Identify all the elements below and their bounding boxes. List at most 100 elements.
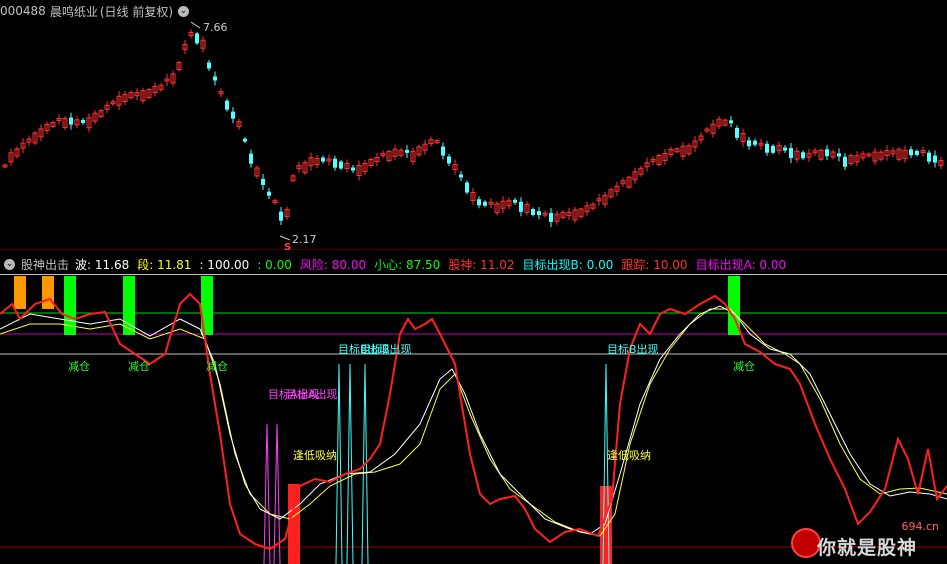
candle (200, 36, 206, 53)
candle (368, 157, 374, 168)
candle (128, 90, 134, 100)
candle (314, 155, 320, 168)
candle (626, 175, 632, 189)
candle (398, 147, 404, 158)
indicator-header: ⌄ 股神出击 波: 11.68 段: 11.81: 100.00: 0.00 风险:… (0, 254, 800, 274)
candle (830, 149, 836, 160)
candle (704, 127, 710, 133)
candle (837, 148, 841, 162)
candle (812, 147, 818, 156)
high-marker: 7.66 (190, 21, 228, 34)
candle (321, 155, 325, 164)
annotation-target_b: 目标B出现 (607, 342, 659, 356)
candle (632, 167, 638, 184)
candle (890, 147, 896, 158)
candle (776, 141, 782, 155)
candle (302, 160, 308, 176)
annotation-buy_low: 逢低吸纳 (607, 449, 651, 462)
indicator-name: 股神出击 (21, 257, 70, 272)
candle (872, 148, 878, 166)
indicator-value-3: : 0.00 (257, 257, 292, 272)
chevron-down-icon[interactable]: ⌄ (4, 258, 15, 270)
candle (650, 156, 656, 165)
candle (686, 143, 692, 157)
candle (182, 39, 188, 54)
candle (69, 112, 73, 130)
candle (164, 74, 170, 86)
candle (542, 210, 548, 218)
candle (356, 160, 362, 181)
signal-bar (14, 276, 26, 309)
candle (428, 136, 434, 147)
candle (848, 153, 854, 166)
candle (566, 207, 572, 220)
candle (662, 149, 668, 165)
candle (386, 150, 392, 162)
candle (554, 210, 560, 225)
candle (86, 113, 92, 133)
candle (308, 152, 314, 171)
indicator-value-1: 段: 11.81 (137, 257, 192, 272)
candle (794, 147, 800, 163)
candle (74, 116, 80, 129)
candle (758, 138, 764, 150)
candle (14, 146, 20, 159)
candle (896, 147, 902, 162)
candle (392, 145, 398, 161)
candle (783, 145, 787, 154)
candle (56, 114, 62, 125)
annotation-buy_low: 逢低吸纳 (293, 449, 337, 462)
watermark: 694.cn 你就是股神 (791, 520, 941, 562)
candle (195, 31, 199, 45)
candle (620, 177, 626, 187)
annotation-reduce: 减仓 (733, 359, 755, 373)
candle (452, 159, 458, 175)
candle (362, 160, 368, 175)
candle (825, 145, 829, 161)
candle (477, 196, 481, 209)
candle (698, 132, 704, 144)
candle (549, 207, 553, 227)
candle (231, 107, 235, 124)
candle (531, 207, 535, 217)
candle (938, 156, 944, 169)
candle (519, 197, 523, 217)
candle (843, 153, 847, 171)
candle (710, 119, 716, 138)
candle (8, 148, 14, 166)
low-marker: 2.17 S (279, 233, 317, 250)
candle (146, 88, 152, 100)
candle (602, 191, 608, 208)
candle (152, 82, 158, 97)
annotation-target_a: 目标A出现 (286, 387, 338, 401)
candle (290, 174, 296, 183)
candle (272, 198, 278, 205)
candle (38, 124, 44, 142)
candle (806, 148, 812, 162)
candle (339, 160, 343, 170)
candle (32, 130, 38, 145)
candle (140, 87, 146, 104)
candle (81, 118, 85, 125)
candle (608, 187, 614, 199)
candle (441, 142, 445, 160)
candle (98, 109, 104, 119)
candle (447, 154, 451, 166)
candle (284, 206, 290, 220)
indicator-value-4: 风险: 80.00 (299, 257, 367, 272)
indicator-value-7: 目标出现B: 0.00 (522, 257, 614, 272)
candlestick-chart[interactable]: 7.66 2.17 S (0, 0, 947, 250)
candle (213, 71, 217, 86)
candle (44, 121, 50, 134)
candle (680, 142, 686, 161)
candle (692, 136, 698, 152)
annotation-reduce: 减仓 (128, 359, 150, 373)
candle (236, 118, 242, 130)
candle (207, 60, 211, 71)
candle (927, 150, 931, 165)
candle (170, 70, 176, 87)
candle (801, 150, 805, 161)
candle (122, 91, 128, 106)
candle (578, 207, 584, 219)
candle (62, 116, 68, 131)
